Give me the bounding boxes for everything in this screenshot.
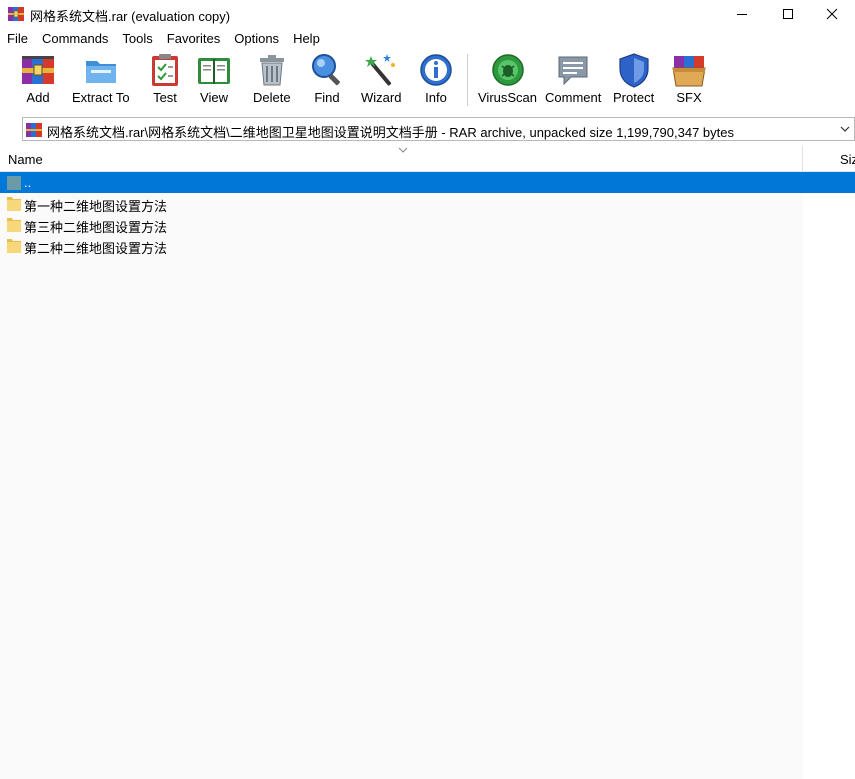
toolbar: Add Extract To Test View Delete Find Wiz…: [0, 48, 855, 114]
info-label: Info: [425, 90, 447, 105]
info-icon: [420, 54, 452, 86]
close-button[interactable]: [809, 0, 855, 28]
add-archive-icon: [22, 56, 54, 84]
trash-icon: [259, 55, 284, 86]
comment-icon: [558, 56, 588, 86]
minimize-icon: [737, 14, 747, 15]
extract-folder-icon: [85, 61, 116, 83]
folder-icon: [7, 218, 21, 232]
list-item-name: 第二种二维地图设置方法: [24, 241, 168, 256]
delete-button[interactable]: Delete: [253, 52, 291, 110]
test-label: Test: [153, 90, 177, 105]
close-icon: [826, 8, 838, 20]
test-button[interactable]: Test: [147, 52, 183, 110]
maximize-button[interactable]: [765, 0, 811, 28]
list-item-name: ..: [24, 175, 32, 190]
address-bar[interactable]: 网格系统文档.rar\网格系统文档\二维地图卫星地图设置说明文档手册 - RAR…: [22, 117, 855, 141]
add-label: Add: [26, 90, 50, 105]
list-body: [0, 172, 803, 779]
view-book-icon: [198, 58, 230, 84]
info-button[interactable]: Info: [418, 52, 454, 110]
magnifier-icon: [312, 54, 340, 86]
column-name-header[interactable]: Name: [8, 152, 43, 167]
list-item[interactable]: 第一种二维地图设置方法: [0, 193, 855, 214]
menu-options[interactable]: Options: [227, 28, 286, 48]
toolbar-separator: [467, 54, 468, 106]
menu-bar: File Commands Tools Favorites Options He…: [0, 28, 855, 48]
sfx-box-icon: [672, 56, 706, 87]
magic-wand-icon: [365, 54, 396, 86]
test-clipboard-icon: [152, 54, 178, 86]
protect-button[interactable]: Protect: [613, 52, 654, 110]
chevron-down-icon[interactable]: [839, 123, 851, 135]
menu-favorites[interactable]: Favorites: [160, 28, 227, 48]
list-item[interactable]: 第三种二维地图设置方法: [0, 214, 855, 235]
file-list: Name Siz .. 第一种二维地图设置方法 第三种二维地图设置方法 第二种二…: [0, 146, 855, 779]
column-divider[interactable]: [802, 146, 803, 171]
wizard-label: Wizard: [361, 90, 402, 105]
add-button[interactable]: Add: [20, 52, 56, 110]
menu-commands[interactable]: Commands: [35, 28, 115, 48]
folder-icon: [7, 239, 21, 253]
wizard-button[interactable]: Wizard: [361, 52, 401, 110]
protect-label: Protect: [613, 90, 655, 105]
winrar-app-icon: [8, 7, 24, 21]
shield-icon: [618, 53, 649, 88]
minimize-button[interactable]: [719, 0, 765, 28]
list-item-name: 第三种二维地图设置方法: [24, 220, 168, 235]
sfx-label: SFX: [676, 90, 702, 105]
column-size-header[interactable]: Siz: [840, 152, 855, 167]
title-bar: 网格系统文档.rar (evaluation copy): [0, 0, 855, 28]
folder-icon: [7, 197, 21, 211]
list-body-size-column: [803, 172, 855, 779]
archive-icon: [26, 123, 42, 137]
extract-to-label: Extract To: [72, 90, 130, 105]
list-item-parent[interactable]: ..: [0, 172, 855, 193]
comment-label: Comment: [545, 90, 602, 105]
list-header: Name Siz: [0, 146, 855, 172]
delete-label: Delete: [253, 90, 291, 105]
virus-scan-icon: [491, 54, 524, 86]
sort-chevron-icon: [398, 147, 408, 153]
address-path: 网格系统文档.rar\网格系统文档\二维地图卫星地图设置说明文档手册 - RAR…: [47, 125, 735, 140]
list-item-name: 第一种二维地图设置方法: [24, 199, 168, 214]
extract-to-button[interactable]: Extract To: [72, 52, 130, 110]
virusscan-label: VirusScan: [478, 90, 538, 105]
virusscan-button[interactable]: VirusScan: [478, 52, 537, 110]
find-button[interactable]: Find: [309, 52, 345, 110]
menu-help[interactable]: Help: [286, 28, 327, 48]
window-title: 网格系统文档.rar (evaluation copy): [30, 9, 231, 24]
sfx-button[interactable]: SFX: [671, 52, 707, 110]
list-item[interactable]: 第二种二维地图设置方法: [0, 235, 855, 256]
view-button[interactable]: View: [196, 52, 232, 110]
comment-button[interactable]: Comment: [545, 52, 601, 110]
find-label: Find: [314, 90, 340, 105]
view-label: View: [200, 90, 228, 105]
menu-file[interactable]: File: [0, 28, 35, 48]
menu-tools[interactable]: Tools: [115, 28, 159, 48]
parent-folder-icon: [7, 176, 21, 190]
maximize-icon: [783, 9, 793, 19]
